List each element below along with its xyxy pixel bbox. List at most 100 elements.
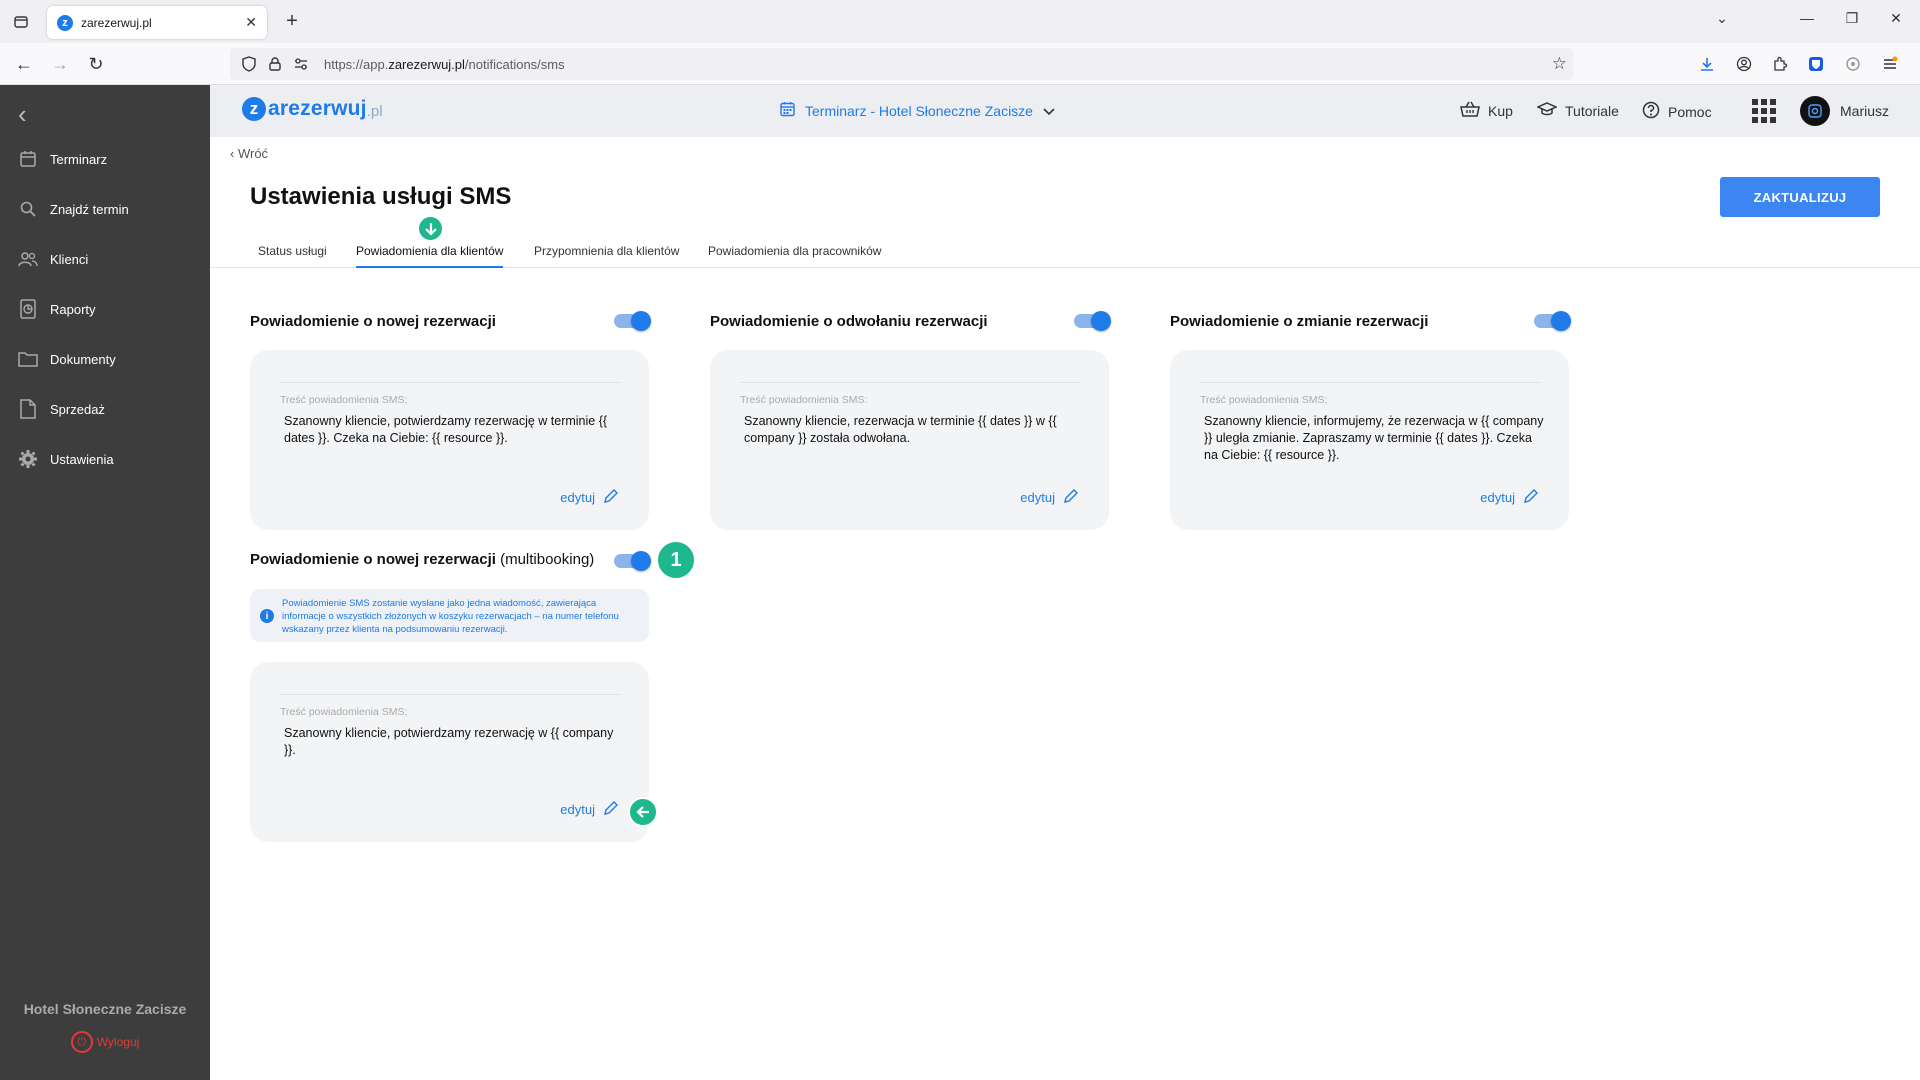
toggle-multibooking[interactable] [614,551,651,571]
url-text: https://app.zarezerwuj.pl/notifications/… [324,56,565,72]
sidebar: ‹ Terminarz Znajdź termin Klienci Raport… [0,85,210,1080]
content-label: Treść powiadomienia SMS: [280,706,408,718]
sidebar-item-dokumenty[interactable]: Dokumenty [0,339,210,379]
sms-message: Szanowny kliencie, rezerwacja w terminie… [744,414,1057,445]
buy-label: Kup [1488,102,1513,119]
browser-navbar: ← → ↻ https://app.zarezerwuj.pl/notifica… [0,43,1920,85]
app-header: z arezerwuj .pl Terminarz - Hotel Słonec… [210,85,1920,137]
list-tabs-icon[interactable]: ⌄ [1710,10,1734,27]
minimize-button[interactable]: — [1795,10,1819,26]
edit-button[interactable]: edytuj [560,800,619,819]
user-menu[interactable]: Mariusz [1800,96,1889,126]
tab-list-icon[interactable] [10,11,32,33]
buy-link[interactable]: Kup [1460,101,1513,120]
sms-message: Szanowny kliencie, informujemy, że rezer… [1204,414,1544,462]
logo[interactable]: z arezerwuj .pl [242,97,383,121]
chevron-down-icon [1043,103,1055,119]
info-text: Powiadomienie SMS zostanie wysłane jako … [282,598,619,635]
info-icon: i [260,609,274,623]
favicon-icon: z [57,14,73,31]
card-change: Treść powiadomienia SMS: Szanowny klienc… [1170,350,1569,530]
edit-button[interactable]: edytuj [560,488,619,507]
pencil-icon [1523,488,1539,507]
reload-icon[interactable]: ↻ [84,52,108,76]
calendar-selector-label: Terminarz - Hotel Słoneczne Zacisze [805,102,1033,119]
sidebar-item-klienci[interactable]: Klienci [0,239,210,279]
menu-icon[interactable] [1880,54,1900,74]
logo-text: arezerwuj [268,97,367,120]
collapse-sidebar-icon[interactable]: ‹ [18,99,27,130]
sidebar-item-label: Znajdź termin [50,201,129,217]
sms-message: Szanowny kliencie, potwierdzamy rezerwac… [284,726,614,757]
edit-button[interactable]: edytuj [1480,488,1539,507]
section-title-multibooking: Powiadomienie o nowej rezerwacji (multib… [250,551,595,568]
logo-suffix: .pl [366,102,383,120]
extensions-icon[interactable] [1770,54,1790,74]
pencil-icon [603,800,619,819]
bookmark-star-icon[interactable]: ☆ [1552,54,1567,74]
sidebar-item-ustawienia[interactable]: Ustawienia [0,439,210,479]
sms-message: Szanowny kliencie, potwierdzamy rezerwac… [284,414,608,445]
sidebar-item-label: Raporty [50,301,96,317]
calendar-icon [18,149,38,169]
tab-przypomnienia-dla-klientow[interactable]: Przypomnienia dla klientów [534,244,679,266]
back-link[interactable]: ‹ Wróć [230,146,268,161]
content-tabs: Status usługi Powiadomienia dla klientów… [210,240,1920,268]
forward-arrow-icon[interactable]: → [48,52,72,76]
extension-puzzle-icon[interactable] [1843,54,1863,74]
user-name: Mariusz [1840,103,1890,119]
pencil-icon [603,488,619,507]
section-title-change: Powiadomienie o zmianie rezerwacji [1170,313,1429,330]
sidebar-item-raporty[interactable]: Raporty [0,289,210,329]
sidebar-item-terminarz[interactable]: Terminarz [0,139,210,179]
download-icon[interactable] [1697,54,1717,74]
section-title-cancel: Powiadomienie o odwołaniu rezerwacji [710,313,988,330]
tab-powiadomienia-dla-klientow[interactable]: Powiadomienia dla klientów [356,244,504,268]
help-label: Pomoc [1668,103,1712,120]
content-label: Treść powiadomienia SMS: [740,394,868,406]
content-label: Treść powiadomienia SMS: [1200,394,1328,406]
browser-tabbar: z zarezerwuj.pl ✕ + ⌄ — ❐ ✕ [0,0,1920,43]
card-multibooking: Treść powiadomienia SMS: Szanowny klienc… [250,662,649,842]
help-icon [1642,101,1660,122]
close-window-button[interactable]: ✕ [1884,10,1908,27]
help-link[interactable]: Pomoc [1642,101,1712,122]
back-arrow-icon[interactable]: ← [12,52,36,76]
shield-icon[interactable] [240,55,258,73]
logout-label: Wyloguj [96,1035,140,1049]
logout-button[interactable]: ⏻ Wyloguj [0,1031,210,1053]
card-cancel: Treść powiadomienia SMS: Szanowny klienc… [710,350,1109,530]
tab-powiadomienia-dla-pracownikow[interactable]: Powiadomienia dla pracowników [708,244,881,266]
report-icon [18,299,38,319]
step-badge: 1 [656,540,696,580]
restore-button[interactable]: ❐ [1840,10,1864,27]
sidebar-item-sprzedaz[interactable]: Sprzedaż [0,389,210,429]
folder-icon [18,349,38,369]
toggle-change[interactable] [1534,311,1571,331]
browser-tab[interactable]: z zarezerwuj.pl ✕ [47,6,267,39]
content-label: Treść powiadomienia SMS: [280,394,408,406]
sidebar-item-label: Dokumenty [50,351,116,367]
avatar [1800,96,1830,126]
tab-status-uslugi[interactable]: Status usługi [258,244,327,266]
arrow-left-icon [628,797,658,827]
update-button[interactable]: ZAKTUALIZUJ [1720,177,1880,217]
sidebar-item-znajdz-termin[interactable]: Znajdź termin [0,189,210,229]
toggle-new[interactable] [614,311,651,331]
permissions-icon[interactable] [292,55,310,73]
search-icon [18,199,38,219]
toggle-cancel[interactable] [1074,311,1111,331]
account-icon[interactable] [1734,54,1754,74]
apps-grid-icon[interactable] [1752,99,1776,123]
address-bar[interactable]: https://app.zarezerwuj.pl/notifications/… [230,48,1573,80]
bitwarden-icon[interactable] [1806,54,1826,74]
hotel-name: Hotel Słoneczne Zacisze [23,1001,187,1017]
calendar-icon [780,101,795,120]
lock-icon[interactable] [266,55,284,73]
new-tab-button[interactable]: + [280,10,304,33]
close-icon[interactable]: ✕ [245,14,257,31]
page-title: Ustawienia usługi SMS [250,183,512,210]
edit-button[interactable]: edytuj [1020,488,1079,507]
calendar-selector[interactable]: Terminarz - Hotel Słoneczne Zacisze [780,101,1055,120]
tutorials-link[interactable]: Tutoriale [1536,101,1619,120]
